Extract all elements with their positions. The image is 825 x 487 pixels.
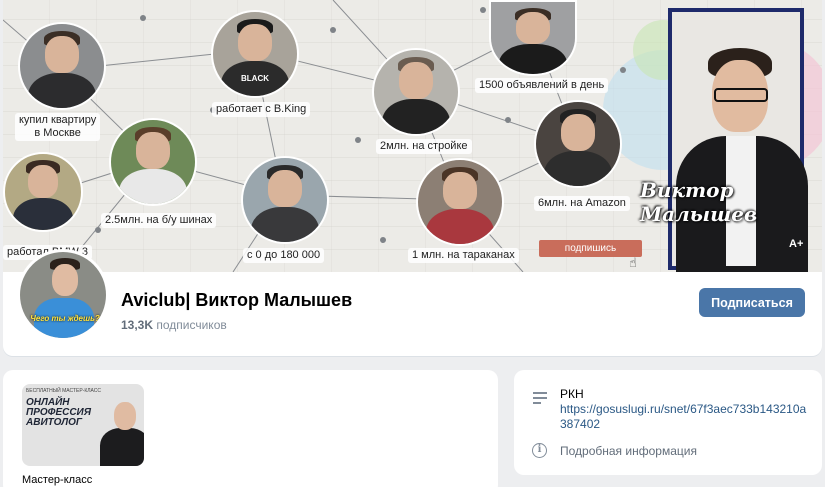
rkn-link[interactable]: https://gosuslugi.ru/snet/67f3aec733b143… bbox=[560, 402, 810, 432]
thumb-small-text: БЕСПЛАТНЫЙ МАСТЕР-КЛАСС bbox=[26, 388, 101, 394]
caption-9: 1 млн. на тараканах bbox=[408, 248, 519, 263]
shirt-badge-text: BLACK bbox=[241, 74, 269, 83]
person-photo-5 bbox=[109, 118, 197, 206]
thumb-title: ОНЛАЙН ПРОФЕССИЯ АВИТОЛОГ bbox=[26, 397, 92, 428]
master-class-thumbnail[interactable]: БЕСПЛАТНЫЙ МАСТЕР-КЛАСС ОНЛАЙН ПРОФЕССИЯ… bbox=[22, 384, 144, 466]
person-photo-4 bbox=[489, 0, 577, 76]
caption-4: 1500 объявлений в день bbox=[475, 78, 609, 93]
caption-6: 6млн. на Amazon bbox=[534, 196, 630, 211]
person-photo-2: BLACK bbox=[211, 10, 299, 98]
caption-5: 2.5млн. на б/у шинах bbox=[101, 213, 217, 228]
person-photo-8 bbox=[241, 156, 329, 244]
info-icon: i bbox=[532, 443, 547, 458]
subscribers-count[interactable]: 13,3K подписчиков bbox=[121, 318, 227, 332]
details-link[interactable]: Подробная информация bbox=[560, 444, 697, 458]
person-photo-9 bbox=[416, 158, 504, 246]
caption-3: 2млн. на стройке bbox=[376, 139, 472, 154]
host-name-overlay: Виктор Малышев bbox=[640, 178, 758, 226]
master-class-label[interactable]: Мастер-класс bbox=[22, 474, 172, 486]
caption-2: работает с B.King bbox=[212, 102, 311, 117]
community-name: Aviclub| Виктор Малышев bbox=[121, 290, 353, 310]
cover-subscribe-pill: подпишись bbox=[539, 240, 642, 257]
age-rating-badge: A+ bbox=[789, 238, 804, 250]
person-photo-7 bbox=[3, 152, 83, 232]
rkn-title: РКН bbox=[560, 387, 584, 401]
subscribe-button[interactable]: Подписаться bbox=[699, 288, 805, 317]
host-photo bbox=[672, 40, 812, 272]
avatar-tagline: Чего ты ждешь? bbox=[30, 314, 100, 323]
subscribers-label: подписчиков bbox=[156, 318, 227, 332]
community-avatar[interactable]: Чего ты ждешь? bbox=[17, 249, 109, 341]
community-page: купил квартиру в Москве BLACK работает с… bbox=[0, 0, 825, 487]
cursor-hand-icon: ☝ bbox=[629, 255, 637, 270]
list-icon bbox=[533, 392, 547, 407]
cover-image: купил квартиру в Москве BLACK работает с… bbox=[3, 0, 822, 272]
caption-8: с 0 до 180 000 bbox=[243, 248, 325, 263]
person-photo-3 bbox=[372, 48, 460, 136]
person-photo-1 bbox=[18, 22, 106, 110]
caption-1: купил квартиру в Москве bbox=[15, 113, 101, 141]
subscribers-number: 13,3K bbox=[121, 318, 154, 332]
person-photo-6 bbox=[534, 100, 622, 188]
